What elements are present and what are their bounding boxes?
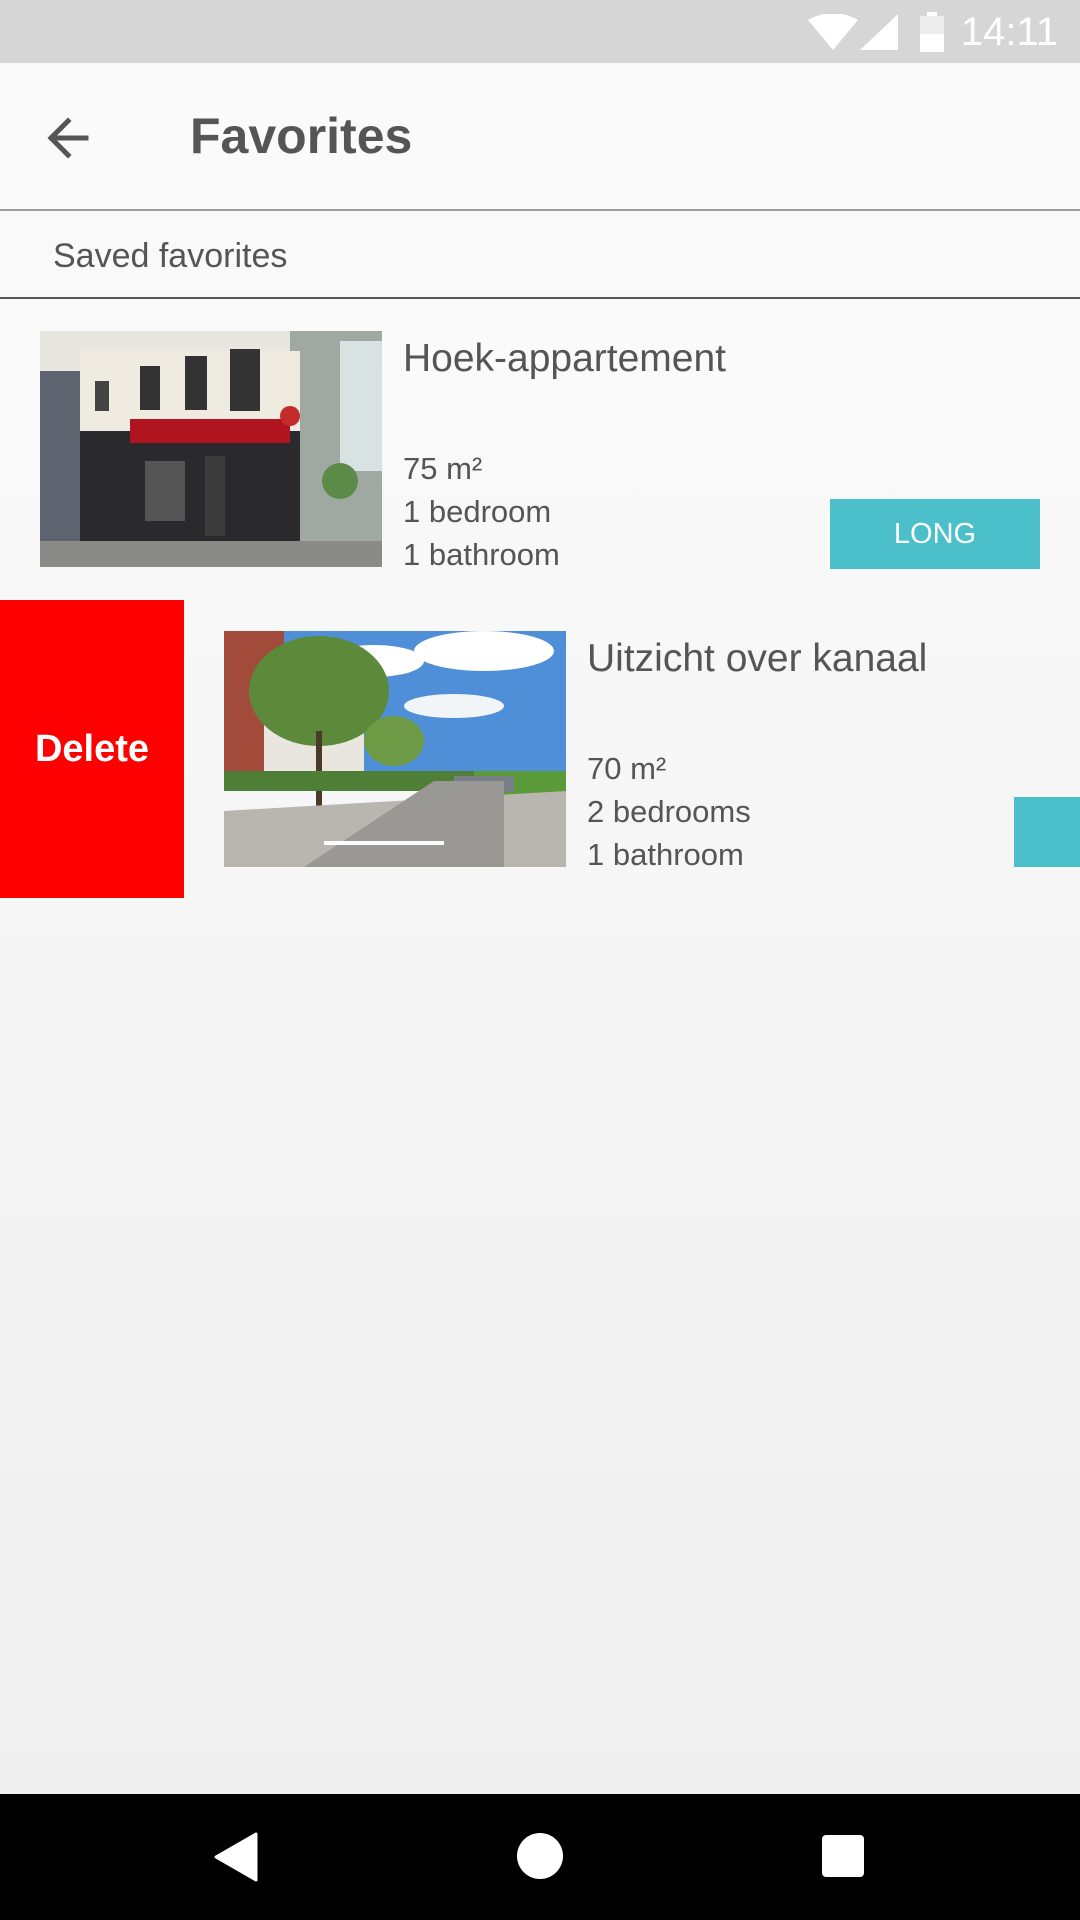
page-title: Favorites [190,108,413,164]
listing-title: Uitzicht over kanaal [587,637,928,680]
listing-bathrooms: 1 bathroom [587,837,744,872]
list-item[interactable]: Hoek-appartement 75 m² 1 bedroom 1 bathr… [0,299,1080,599]
listing-area: 70 m² [587,751,667,786]
listing-title: Hoek-appartement [403,337,727,380]
listing-photo [40,331,382,567]
section-header: Saved favorites [0,211,1080,299]
nav-home-icon[interactable] [516,1832,564,1880]
section-label: Saved favorites [53,237,288,275]
nav-back-icon[interactable] [214,1832,258,1882]
wifi-icon [808,14,858,50]
back-arrow-icon[interactable] [38,103,108,173]
nav-recents-icon[interactable] [821,1834,865,1878]
listing-bathrooms: 1 bathroom [403,537,560,572]
listing-area: 75 m² [403,451,483,486]
listing-photo [224,631,566,867]
listing-bedrooms: 2 bedrooms [587,794,751,829]
rental-type-button[interactable]: LONG [830,499,1040,569]
navigation-bar [0,1794,1080,1920]
listing-bedrooms: 1 bedroom [403,494,552,529]
app-bar: Favorites [0,63,1080,211]
cell-signal-icon [860,14,898,50]
status-time: 14:11 [960,10,1058,54]
status-bar: 14:11 [0,0,1080,63]
list-item[interactable]: Uitzicht over kanaal 70 m² 2 bedrooms 1 … [0,599,1080,899]
battery-icon [920,12,944,52]
rental-type-button[interactable] [1014,797,1080,867]
